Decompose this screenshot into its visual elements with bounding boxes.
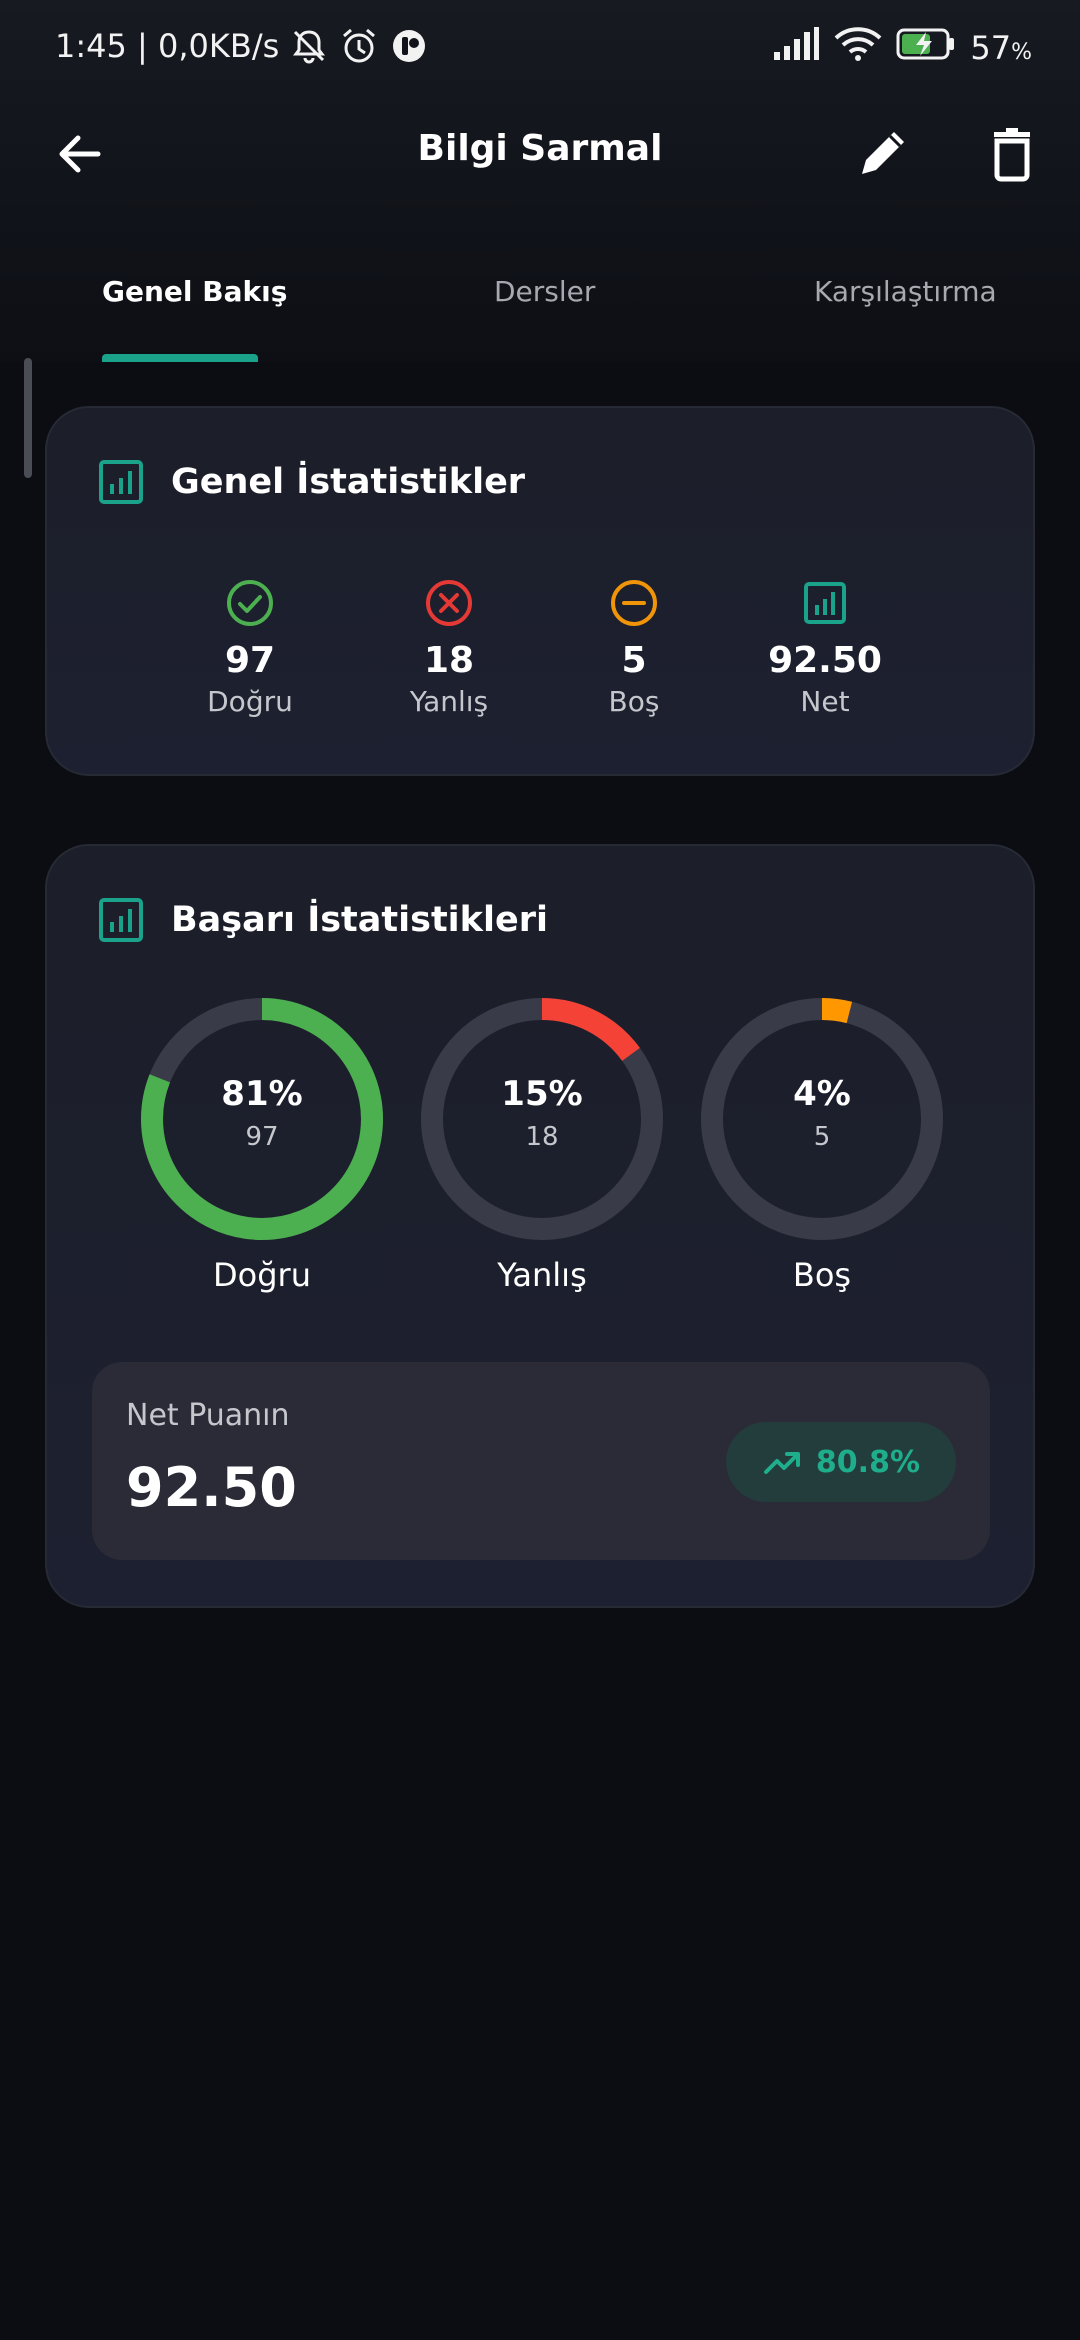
ring-wrong-label: Yanlış xyxy=(497,1256,587,1294)
ring-empty-label: Boş xyxy=(792,1256,852,1294)
bar-chart-icon xyxy=(97,458,145,506)
stat-wrong-value: 18 xyxy=(423,640,475,681)
success-stats-title: Başarı İstatistikleri xyxy=(171,900,548,940)
stat-wrong: 18 Yanlış xyxy=(359,578,539,718)
net-score-value: 92.50 xyxy=(126,1456,297,1519)
tab-genel-bakis[interactable]: Genel Bakış xyxy=(102,275,287,308)
net-score-badge-text: 80.8% xyxy=(815,1444,920,1480)
net-score-badge: 80.8% xyxy=(725,1422,956,1502)
ring-empty-count: 5 xyxy=(813,1122,831,1152)
general-stats-title: Genel İstatistikler xyxy=(171,462,526,502)
ring-wrong-count: 18 xyxy=(525,1122,559,1152)
scrollbar-thumb[interactable] xyxy=(24,358,32,478)
general-stats-card: Genel İstatistikler 97 Doğru 18 Yanlış 5… xyxy=(45,406,1035,776)
x-circle-icon xyxy=(424,578,474,628)
page-title: Bilgi Sarmal xyxy=(417,128,663,169)
stat-empty-label: Boş xyxy=(608,685,660,718)
ring-correct: 81% 97 Doğru xyxy=(139,996,385,1294)
stat-empty-value: 5 xyxy=(621,640,647,681)
app-bar: Bilgi Sarmal xyxy=(0,100,1080,210)
ring-empty-percent: 4% xyxy=(793,1074,851,1114)
status-right: 57% xyxy=(772,26,1032,70)
stat-correct-label: Doğru xyxy=(207,685,293,718)
bar-chart-icon xyxy=(97,896,145,944)
alarm-icon xyxy=(339,26,379,66)
trending-up-icon xyxy=(762,1442,802,1482)
minus-circle-icon xyxy=(609,578,659,628)
ring-wrong-chart xyxy=(421,998,663,1240)
ring-correct-percent: 81% xyxy=(221,1074,303,1114)
bar-chart-icon xyxy=(800,578,850,628)
net-score-label: Net Puanın xyxy=(126,1398,290,1433)
tab-karsilastirma[interactable]: Karşılaştırma xyxy=(814,275,997,308)
battery-level: 57% xyxy=(970,29,1032,67)
stat-net-label: Net xyxy=(800,685,850,718)
battery-charging-icon xyxy=(896,26,956,70)
stat-net-value: 92.50 xyxy=(768,640,882,681)
ring-wrong: 15% 18 Yanlış xyxy=(419,996,665,1294)
top-bar: 1:45 | 0,0KB/s 57% Bilgi Sarmal Genel Ba… xyxy=(0,0,1080,362)
ring-correct-chart xyxy=(141,998,383,1240)
success-stats-card: Başarı İstatistikleri 81% 97 Doğru 15% 1… xyxy=(45,844,1035,1608)
stat-net: 92.50 Net xyxy=(735,578,915,718)
check-circle-icon xyxy=(225,578,275,628)
stat-wrong-label: Yanlış xyxy=(409,685,489,718)
signal-icon xyxy=(772,26,820,70)
ring-wrong-percent: 15% xyxy=(501,1074,583,1114)
stat-correct: 97 Doğru xyxy=(160,578,340,718)
trash-icon xyxy=(994,128,1030,182)
status-time-speed: 1:45 | 0,0KB/s xyxy=(55,27,280,65)
battery-percent-sign: % xyxy=(1011,40,1032,65)
ring-empty-chart xyxy=(701,998,943,1240)
ring-empty: 4% 5 Boş xyxy=(699,996,945,1294)
status-bar: 1:45 | 0,0KB/s 57% xyxy=(0,0,1080,96)
pencil-icon xyxy=(862,132,904,174)
wifi-icon xyxy=(834,26,882,70)
ring-track xyxy=(701,998,943,1240)
app-notification-icon xyxy=(389,26,429,66)
tab-dersler[interactable]: Dersler xyxy=(494,275,595,308)
battery-percent-text: 57 xyxy=(970,29,1012,67)
net-score-box: Net Puanın 92.50 80.8% xyxy=(92,1362,990,1560)
general-stats-header: Genel İstatistikler xyxy=(97,458,525,506)
ring-correct-label: Doğru xyxy=(213,1256,311,1294)
delete-button[interactable] xyxy=(980,122,1044,186)
ring-correct-count: 97 xyxy=(245,1122,279,1152)
success-stats-header: Başarı İstatistikleri xyxy=(97,896,548,944)
mute-bell-icon xyxy=(289,26,329,66)
status-left: 1:45 | 0,0KB/s xyxy=(55,26,429,66)
tab-bar: Genel Bakış Dersler Karşılaştırma xyxy=(0,250,1080,362)
active-tab-indicator xyxy=(102,354,258,362)
stat-correct-value: 97 xyxy=(224,640,276,681)
edit-button[interactable] xyxy=(850,122,914,186)
stat-empty: 5 Boş xyxy=(544,578,724,718)
